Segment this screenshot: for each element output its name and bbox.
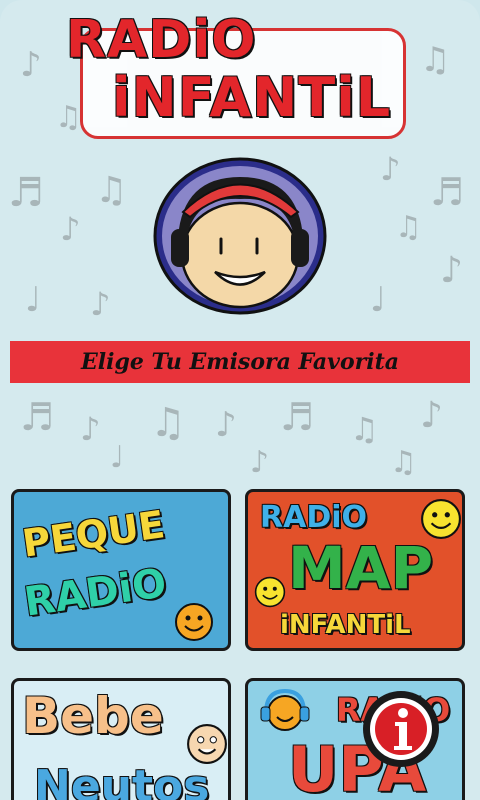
station-bebe-line1: Bebe <box>22 687 164 745</box>
banner-text: Elige Tu Emisora Favorita <box>81 349 399 375</box>
smiley-icon <box>254 576 286 608</box>
choose-station-banner: Elige Tu Emisora Favorita <box>10 341 470 383</box>
smiley-icon <box>175 603 213 641</box>
station-bebe-line2: Neutos <box>34 761 210 800</box>
logo-line1: RADiO <box>66 10 257 70</box>
station-peque-line1: PEQUE <box>19 502 168 566</box>
station-tile-peque-radio[interactable]: PEQUE RADiO <box>11 489 231 651</box>
station-map-line2: MAP <box>288 534 434 602</box>
station-tile-radio-map-infantil[interactable]: RADiO MAP iNFANTiL <box>245 489 465 651</box>
info-icon[interactable] <box>360 688 442 770</box>
smiley-icon <box>421 499 461 539</box>
station-map-line3: iNFANTiL <box>280 610 411 640</box>
station-tile-bebe-neutos[interactable]: Bebe Neutos <box>11 678 231 800</box>
logo-line2: iNFANTiL <box>112 66 392 129</box>
mascot-headphones-icon <box>153 157 327 315</box>
baby-face-icon <box>187 724 227 764</box>
station-peque-line2: RADiO <box>21 560 170 626</box>
app-screen: ♪ ♫ ♬ ♪ ♫ ♩ ♪ ♫ ♪ ♬ ♫ ♪ ♩ ♬ ♪ ♫ ♪ ♬ ♫ ♪ … <box>0 0 480 800</box>
headphones-smiley-icon <box>260 688 310 731</box>
station-map-line1: RADiO <box>260 500 368 535</box>
app-logo: RADiO iNFANTiL <box>60 8 420 139</box>
